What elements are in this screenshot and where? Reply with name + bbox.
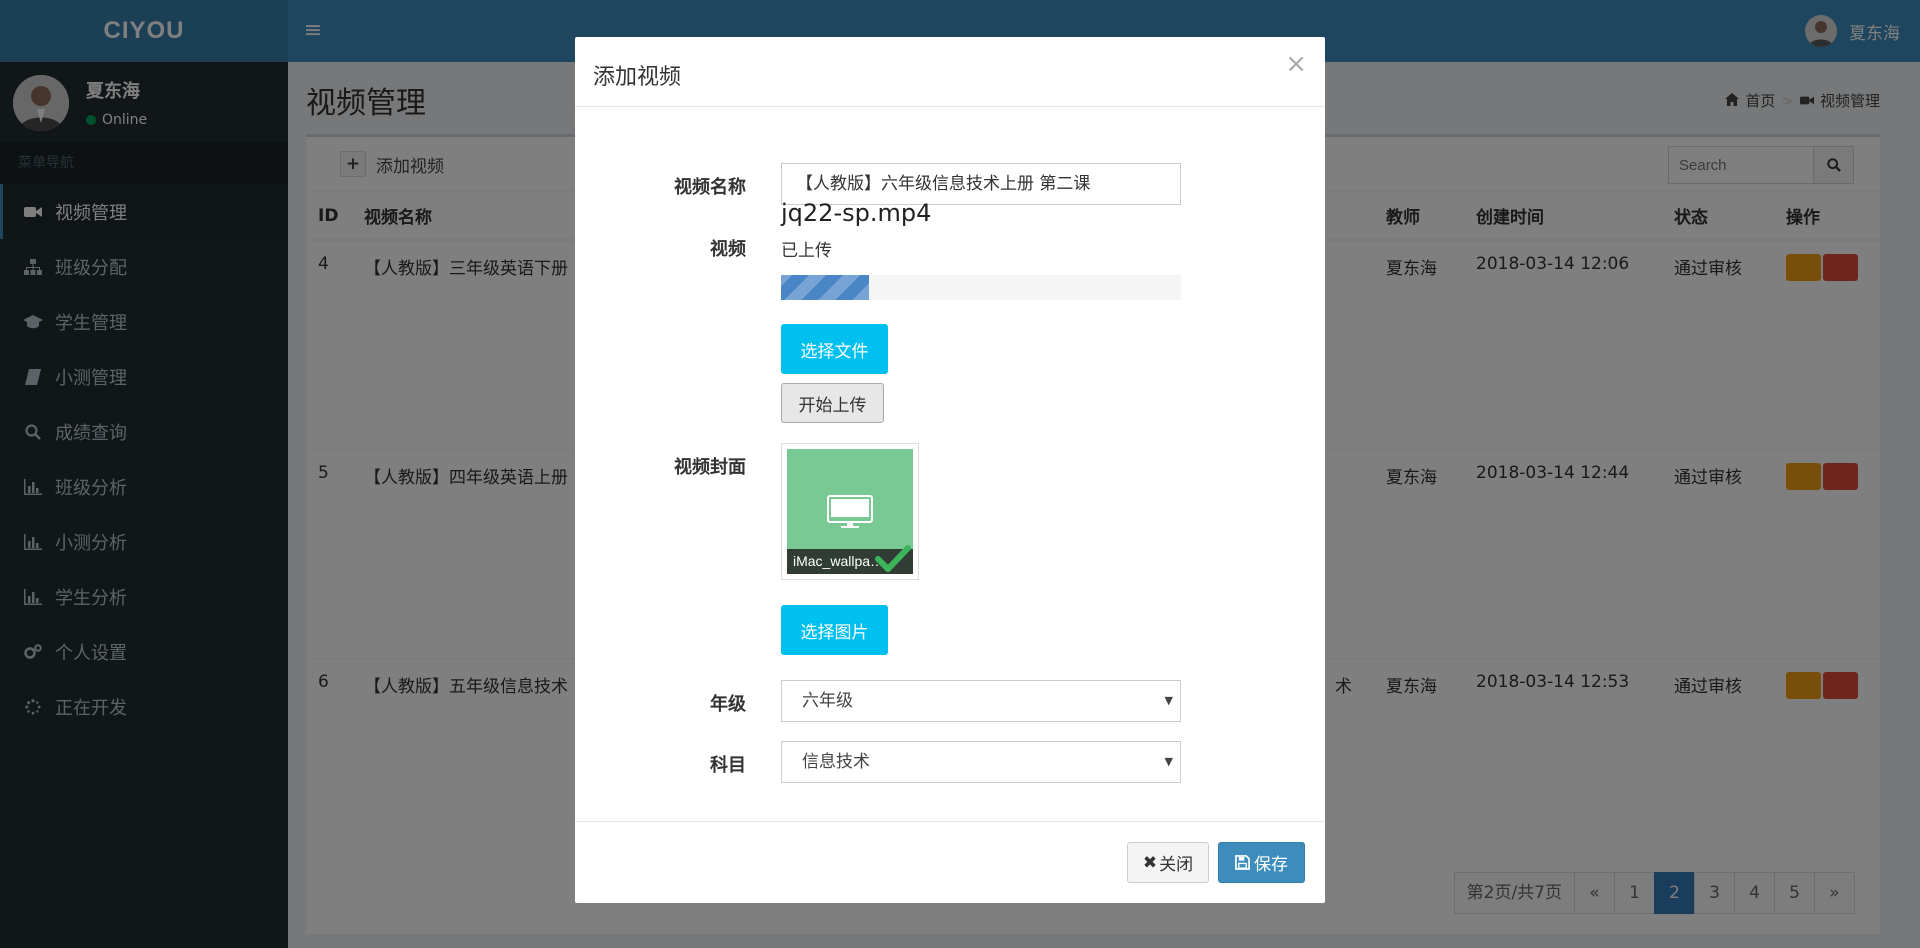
chevron-down-icon: ▼	[1164, 694, 1173, 707]
add-video-dialog: 添加视频 × 视频名称 【人教版】六年级信息技术上册 第二课 视频 jq22-s…	[575, 37, 1325, 903]
video-cover-label: 视频封面	[674, 457, 746, 478]
subject-select[interactable]: 信息技术 ▼	[781, 741, 1181, 783]
dialog-footer: ✖ 关闭 保存	[575, 821, 1325, 903]
save-button[interactable]: 保存	[1218, 842, 1305, 883]
close-button[interactable]: ✖ 关闭	[1127, 842, 1209, 883]
choose-image-button[interactable]: 选择图片	[781, 605, 888, 655]
chevron-down-icon: ▼	[1164, 755, 1173, 768]
monitor-icon	[827, 495, 873, 528]
upload-progress-bar	[781, 275, 1181, 300]
close-icon: ✖	[1142, 852, 1158, 873]
cover-thumbnail: iMac_wallpa…	[781, 443, 919, 580]
grade-select[interactable]: 六年级 ▼	[781, 680, 1181, 722]
video-label: 视频	[710, 239, 746, 260]
dialog-title: 添加视频	[593, 65, 682, 90]
choose-file-button[interactable]: 选择文件	[781, 324, 888, 374]
floppy-disk-icon	[1235, 855, 1250, 870]
upload-status: 已上传	[781, 241, 832, 261]
video-name-label: 视频名称	[674, 177, 746, 198]
subject-label: 科目	[710, 755, 746, 776]
grade-label: 年级	[710, 694, 746, 715]
start-upload-button[interactable]: 开始上传	[781, 383, 884, 423]
checkmark-icon	[875, 545, 911, 572]
close-icon[interactable]: ×	[1285, 51, 1307, 77]
upload-progress-fill	[781, 275, 869, 300]
uploaded-file-name: jq22-sp.mp4	[781, 199, 932, 227]
